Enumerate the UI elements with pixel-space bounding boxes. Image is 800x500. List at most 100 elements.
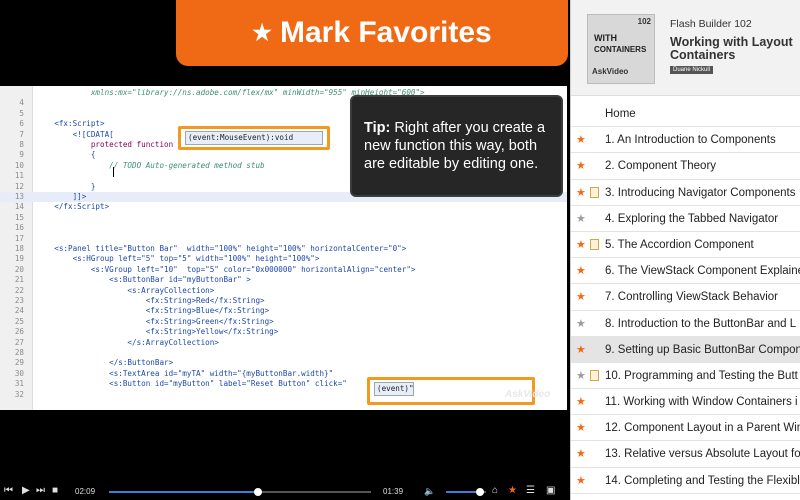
favorite-star-icon[interactable]: ★	[576, 422, 586, 434]
lesson-label: 7. Controlling ViewStack Behavior	[605, 291, 779, 304]
line-number: 13	[14, 192, 24, 201]
code-text: <fx:String>Blue</fx:String>	[36, 306, 270, 316]
volume-slider-fill	[446, 491, 480, 493]
favorite-star-icon[interactable]: ★	[576, 134, 586, 146]
code-line: 26 <fx:String>Yellow</fx:String>	[0, 327, 567, 337]
stop-icon[interactable]: ■	[52, 485, 58, 497]
lesson-item[interactable]: ★ 3. Introducing Navigator Components	[571, 179, 800, 206]
lesson-item[interactable]: ★ 7. Controlling ViewStack Behavior	[571, 284, 800, 311]
lesson-panel: 102 WITH CONTAINERS AskVideo Flash Build…	[570, 0, 800, 500]
app-root: xmlns:mx="library://ns.adobe.com/flex/mx…	[0, 0, 800, 500]
favorite-star-icon[interactable]: ★	[576, 265, 586, 277]
document-icon	[590, 186, 599, 198]
thumb-word2: CONTAINERS	[594, 45, 647, 54]
favorite-star-icon[interactable]: ★	[576, 344, 586, 356]
home-icon[interactable]: ⌂	[492, 485, 498, 497]
lesson-item[interactable]: ★ 8. Introduction to the ButtonBar and L	[571, 310, 800, 337]
code-line: 23 <fx:String>Red</fx:String>	[0, 296, 567, 306]
course-series: Flash Builder 102	[670, 18, 752, 30]
line-number: 28	[14, 348, 24, 357]
line-number: 27	[14, 337, 24, 347]
lesson-label: 10. Programming and Testing the Butt	[605, 369, 798, 382]
line-number: 26	[14, 327, 24, 337]
line-number: 29	[14, 358, 24, 368]
line-number: 20	[14, 264, 24, 274]
elapsed-time: 02:09	[75, 487, 96, 496]
lesson-label: 13. Relative versus Absolute Layout fo	[605, 448, 800, 461]
lesson-label: 9. Setting up Basic ButtonBar Compon	[605, 343, 800, 356]
lesson-item[interactable]: ★ 13. Relative versus Absolute Layout fo	[571, 441, 800, 468]
lesson-item[interactable]: ★ 11. Working with Window Containers i	[571, 389, 800, 416]
favorite-star-icon[interactable]: ★	[576, 448, 586, 460]
line-number: 32	[14, 389, 24, 399]
lesson-item[interactable]: ★ 6. The ViewStack Component Explained	[571, 258, 800, 285]
code-text: </s:ButtonBar>	[36, 358, 174, 368]
line-number: 12	[14, 181, 24, 191]
lesson-item[interactable]: ★ 9. Setting up Basic ButtonBar Compon	[571, 336, 800, 363]
lesson-label: 11. Working with Window Containers i	[605, 396, 798, 409]
lesson-home[interactable]: Home	[571, 101, 800, 128]
favorite-star-icon[interactable]: ★	[576, 187, 586, 199]
favorite-star-icon[interactable]: ★	[576, 239, 586, 251]
code-text: <s:TextArea id="myTA" width="{myButtonBa…	[36, 368, 334, 378]
code-text: {	[36, 150, 96, 160]
line-number: 30	[14, 368, 24, 378]
video-player[interactable]: xmlns:mx="library://ns.adobe.com/flex/mx…	[0, 0, 570, 500]
highlight-text-function-signature: (event:MouseEvent):void	[185, 131, 323, 145]
code-text: </fx:Script>	[36, 202, 110, 212]
lesson-item[interactable]: ★ 14. Completing and Testing the Flexibl	[571, 467, 800, 494]
lesson-label: Home	[605, 108, 636, 120]
lesson-item[interactable]: ★ 1. An Introduction to Components	[571, 127, 800, 154]
line-number: 7	[19, 129, 24, 139]
favorite-star-icon[interactable]: ★	[576, 475, 586, 487]
thumb-brand: AskVideo	[592, 67, 629, 76]
code-line: 20 <s:VGroup left="10" top="5" color="0x…	[0, 265, 567, 275]
code-text: <s:ButtonBar id="myButtonBar" >	[36, 275, 251, 285]
favorite-star-icon[interactable]: ★	[576, 396, 586, 408]
lesson-item[interactable]: ★ 5. The Accordion Component	[571, 231, 800, 259]
code-text: <fx:Script>	[36, 119, 105, 129]
volume-icon[interactable]: 🔈	[424, 485, 435, 497]
lesson-list: Home ★ 1. An Introduction to Components ★ 2.…	[571, 101, 800, 494]
tip-callout: Tip: Right after you create a new functi…	[350, 95, 563, 197]
lesson-item[interactable]: ★ 4. Exploring the Tabbed Navigator	[571, 205, 800, 232]
code-text: <fx:String>Yellow</fx:String>	[36, 327, 279, 337]
favorite-star-icon[interactable]: ★	[508, 485, 517, 497]
code-line: 15	[0, 213, 567, 223]
lesson-item[interactable]: ★ 10. Programming and Testing the Butt	[571, 362, 800, 390]
volume-slider[interactable]	[446, 488, 486, 496]
lesson-item[interactable]: ★ 2. Component Theory	[571, 153, 800, 180]
line-number: 22	[14, 285, 24, 295]
list-icon[interactable]: ☰	[526, 485, 535, 497]
line-number: 24	[14, 306, 24, 316]
unfavorited-star-icon[interactable]: ★	[576, 370, 586, 382]
code-line: 25 <fx:String>Green</fx:String>	[0, 317, 567, 327]
player-controls: ⏮ ▶ ⏭ ■ 02:09 01:39 🔈 ⌂ ★ ☰ ▣	[0, 482, 570, 500]
skip-forward-icon[interactable]: ⏭	[36, 485, 45, 497]
line-number: 4	[19, 98, 24, 108]
favorite-star-icon[interactable]: ★	[576, 291, 586, 303]
line-number: 19	[14, 254, 24, 264]
line-number: 15	[14, 212, 24, 222]
unfavorited-star-icon[interactable]: ★	[576, 318, 586, 330]
volume-slider-handle[interactable]	[476, 488, 484, 496]
code-text: <fx:String>Red</fx:String>	[36, 296, 265, 305]
unfavorited-star-icon[interactable]: ★	[576, 213, 586, 225]
course-author: Duane Nickull	[670, 66, 714, 74]
seek-bar[interactable]	[109, 488, 371, 496]
lesson-item[interactable]: ★ 12. Component Layout in a Parent Win	[571, 415, 800, 442]
skip-back-icon[interactable]: ⏮	[4, 485, 13, 497]
code-line: 18 <s:Panel title="Button Bar" width="10…	[0, 244, 567, 254]
lesson-label: 6. The ViewStack Component Explained	[605, 265, 800, 278]
line-number: 23	[14, 296, 24, 305]
code-line: 21 <s:ButtonBar id="myButtonBar" >	[0, 275, 567, 285]
fullscreen-icon[interactable]: ▣	[546, 485, 555, 497]
banner-label: Mark Favorites	[279, 16, 492, 49]
code-text: <s:Button id="myButton" label="Reset But…	[36, 379, 347, 389]
lesson-label: 12. Component Layout in a Parent Win	[605, 422, 800, 435]
favorite-star-icon[interactable]: ★	[576, 160, 586, 172]
lesson-label: 4. Exploring the Tabbed Navigator	[605, 212, 779, 225]
seek-bar-handle[interactable]	[254, 488, 263, 496]
play-icon[interactable]: ▶	[22, 485, 30, 497]
remaining-time: 01:39	[383, 487, 404, 496]
